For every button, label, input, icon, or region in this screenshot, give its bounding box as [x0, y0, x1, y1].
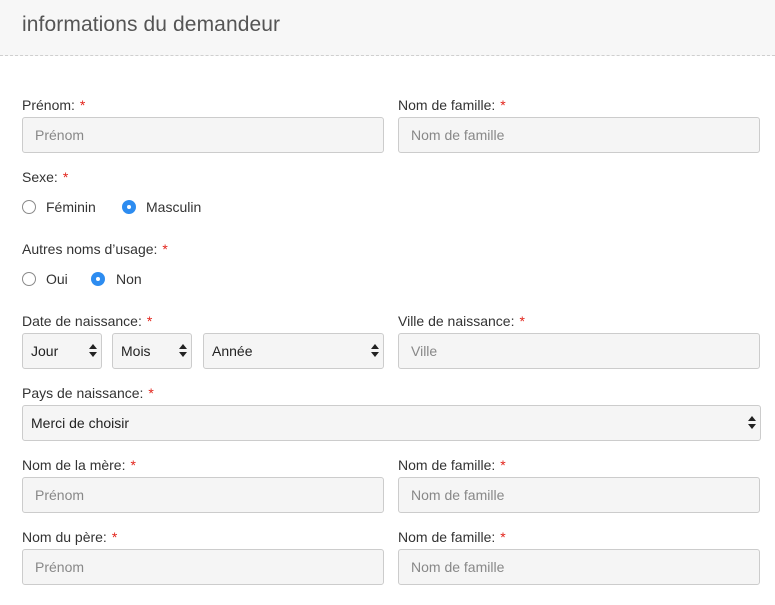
mere-famille-input[interactable] — [398, 477, 760, 513]
required-mark: * — [500, 529, 506, 545]
required-mark: * — [148, 385, 154, 401]
autres-noms-label: Autres noms d’usage: * — [22, 241, 168, 257]
select-arrows-icon — [371, 344, 379, 358]
select-arrows-icon — [179, 344, 187, 358]
required-mark: * — [500, 97, 506, 113]
required-mark: * — [130, 457, 136, 473]
mois-select[interactable]: Mois — [112, 333, 192, 369]
mois-select-value: Mois — [121, 343, 151, 359]
pays-naissance-label: Pays de naissance: * — [22, 385, 154, 401]
pere-label: Nom du père: * — [22, 529, 118, 545]
jour-select-value: Jour — [31, 343, 59, 359]
pays-select-value: Merci de choisir — [31, 415, 130, 431]
panel-header: informations du demandeur — [0, 0, 775, 56]
panel-title: informations du demandeur — [22, 13, 281, 36]
pere-prenom-input[interactable] — [22, 549, 384, 585]
required-mark: * — [162, 241, 168, 257]
ville-naissance-input[interactable] — [398, 333, 760, 369]
autres-noms-oui-radio[interactable] — [22, 272, 36, 286]
autres-noms-oui-label[interactable]: Oui — [46, 271, 68, 287]
sexe-label: Sexe: * — [22, 169, 69, 185]
required-mark: * — [79, 97, 86, 113]
sexe-feminin-label[interactable]: Féminin — [46, 199, 96, 215]
mere-label: Nom de la mère: * — [22, 457, 136, 473]
required-mark: * — [111, 529, 118, 545]
jour-select[interactable]: Jour — [22, 333, 102, 369]
sexe-feminin-radio[interactable] — [22, 200, 36, 214]
required-mark: * — [146, 313, 153, 329]
required-mark: * — [519, 313, 525, 329]
prenom-input[interactable] — [22, 117, 384, 153]
annee-select[interactable]: Année — [203, 333, 384, 369]
annee-select-value: Année — [212, 343, 253, 359]
autres-noms-non-radio[interactable] — [91, 272, 105, 286]
select-arrows-icon — [89, 344, 97, 358]
autres-noms-non-label[interactable]: Non — [116, 271, 142, 287]
mere-prenom-input[interactable] — [22, 477, 384, 513]
pere-famille-input[interactable] — [398, 549, 760, 585]
select-arrows-icon — [748, 416, 756, 430]
mere-famille-label: Nom de famille: * — [398, 457, 506, 473]
sexe-masculin-radio[interactable] — [122, 200, 136, 214]
sexe-masculin-label[interactable]: Masculin — [146, 199, 201, 215]
nom-famille-input[interactable] — [398, 117, 760, 153]
prenom-label: Prénom: * — [22, 97, 86, 113]
nom-famille-label: Nom de famille: * — [398, 97, 506, 113]
required-mark: * — [62, 169, 69, 185]
ville-naissance-label: Ville de naissance: * — [398, 313, 525, 329]
required-mark: * — [500, 457, 506, 473]
date-naissance-label: Date de naissance: * — [22, 313, 153, 329]
pere-famille-label: Nom de famille: * — [398, 529, 506, 545]
pays-naissance-select[interactable]: Merci de choisir — [22, 405, 761, 441]
